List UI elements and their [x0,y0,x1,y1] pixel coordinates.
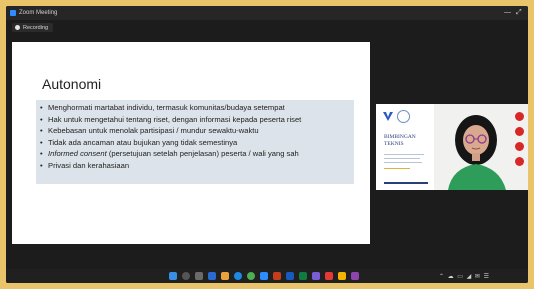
poster-text-line [384,168,410,169]
poster-text-line [384,162,422,163]
zoom-taskbar-icon[interactable] [260,272,268,280]
bullet-icon: • [40,137,43,147]
poster-title: BIMBINGAN TEKNIS [384,134,416,147]
widgets-icon[interactable] [208,272,216,280]
institution-logo-icon [397,110,410,123]
start-icon[interactable] [169,272,177,280]
speaker-video[interactable]: BIMBINGAN TEKNIS [376,104,528,190]
bullet-icon: • [40,114,43,124]
system-tray-icons[interactable]: ⌃ ☁ ▭ ◢ ✉ ☰ [439,273,490,280]
windows-taskbar: ⌃ ☁ ▭ ◢ ✉ ☰ [6,269,528,283]
speaker-person [434,104,528,190]
powerpoint-icon[interactable] [273,272,281,280]
bullet-list: • Menghormati martabat individu, termasuk… [36,100,354,184]
red-badge-icon [515,142,524,151]
poster-text-line [384,158,420,159]
background-poster: BIMBINGAN TEKNIS [376,104,435,190]
bullet-icon: • [40,149,43,159]
bullet-item: • Hak untuk mengetahui tentang riset, den… [40,114,302,124]
teams-icon[interactable] [312,272,320,280]
app-icon[interactable] [325,272,333,280]
bullet-icon: • [40,103,43,112]
recording-label: Recording [23,24,49,31]
zoom-window: Zoom Meeting — ⤢ Recording Autonomi • Men… [6,6,528,283]
record-dot-icon [15,25,20,30]
search-icon[interactable] [182,272,190,280]
minimize-icon[interactable]: — [504,9,511,16]
bullet-icon: • [40,126,43,136]
ministry-logo-icon [383,112,393,121]
bullet-item: • Privasi dan kerahasiaan [40,160,130,170]
bullet-item: • Menghormati martabat individu, termasuk… [40,103,285,112]
zoom-app-icon [10,10,16,16]
app-icon[interactable] [351,272,359,280]
shared-screen-slide: Autonomi • Menghormati martabat individu,… [12,42,370,244]
bullet-icon: • [40,160,43,170]
recording-bar: Recording [6,20,528,34]
recording-indicator[interactable]: Recording [12,23,54,32]
word-icon[interactable] [286,272,294,280]
red-badge-icon [515,157,524,166]
maximize-icon[interactable]: ⤢ [516,9,522,17]
task-view-icon[interactable] [195,272,203,280]
bullet-item: • Kebebasan untuk menolak partisipasi / m… [40,126,259,136]
speaker-silhouette-icon [434,104,528,190]
excel-icon[interactable] [299,272,307,280]
poster-badges [515,112,524,172]
slide-title: Autonomi [42,76,102,92]
italic-term: Informed consent [48,149,107,159]
app-icon[interactable] [338,272,346,280]
file-explorer-icon[interactable] [221,272,229,280]
chrome-browser-icon[interactable] [247,272,255,280]
window-title: Zoom Meeting [19,10,58,16]
window-titlebar: Zoom Meeting — ⤢ [6,6,528,20]
poster-text-line [384,182,428,184]
bullet-item: • Tidak ada ancaman atau bujukan yang tid… [40,137,238,147]
red-badge-icon [515,127,524,136]
edge-browser-icon[interactable] [234,272,242,280]
bullet-item: • Informed consent (persetujuan setelah p… [40,149,299,159]
poster-text-line [384,154,424,155]
red-badge-icon [515,112,524,121]
